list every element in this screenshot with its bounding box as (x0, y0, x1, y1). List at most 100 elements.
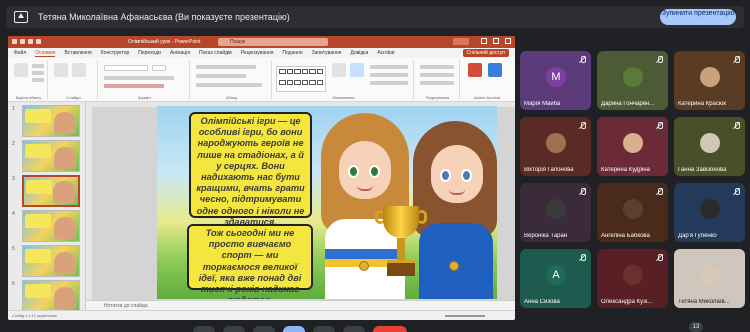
raise-hand-button[interactable] (313, 326, 335, 332)
maximize-icon[interactable] (493, 38, 499, 44)
zoom-slider[interactable] (445, 315, 485, 317)
participant-avatar (546, 133, 566, 153)
meeting-controls (150, 326, 450, 332)
participant-tile[interactable]: Вероніка Таран (520, 183, 591, 242)
shapes-gallery[interactable] (276, 66, 326, 92)
camera-button[interactable] (223, 326, 245, 332)
participants-grid: M Марія Майба Дарина Гончарен... Катерина К… (520, 51, 748, 323)
slide-thumbnail-selected[interactable] (22, 175, 80, 207)
participant-tile[interactable]: Олександра Кузі... (597, 249, 668, 308)
ribbon-tab[interactable]: Основне (35, 50, 56, 57)
ribbon-tab[interactable]: Анімація (170, 50, 190, 56)
captions-button[interactable] (253, 326, 275, 332)
notes-pane[interactable]: Нотатки до слайда (86, 300, 515, 310)
ribbon: Буфер обміну Слайди Шрифт Абзац Малюванн… (8, 58, 515, 102)
replace-button[interactable] (420, 73, 454, 77)
shared-powerpoint-window: Олімпійський урок - PowerPoint Пошук Фай… (8, 36, 515, 320)
participant-count-badge[interactable]: 13 (689, 322, 703, 332)
quick-access-toolbar[interactable] (12, 39, 72, 45)
group-label: Шрифт (137, 95, 152, 100)
participant-tile[interactable]: Ганна Завізонова (674, 117, 745, 176)
cut-button[interactable] (32, 64, 44, 68)
list-buttons[interactable] (196, 65, 256, 69)
participant-avatar: A (546, 265, 566, 285)
ribbon-tab[interactable]: Показ слайдів (199, 50, 232, 56)
slide-thumbnail[interactable] (22, 210, 80, 242)
shape-effects-button[interactable] (370, 81, 408, 85)
paste-button[interactable] (14, 63, 28, 77)
ppt-search-box[interactable]: Пошук (218, 38, 328, 46)
participant-tile[interactable]: Вікторія Гапонова (520, 117, 591, 176)
reuse-slides-button[interactable] (72, 63, 86, 77)
participant-tile[interactable]: Ангеліна Бабкова (597, 183, 668, 242)
leave-call-button[interactable] (373, 326, 407, 332)
slide-number: 3 (12, 176, 15, 182)
ribbon-tab[interactable]: Конструктор (101, 50, 130, 56)
shape-outline-button[interactable] (370, 73, 408, 77)
account-button[interactable] (453, 38, 469, 45)
ribbon-tab[interactable]: Довідка (350, 50, 368, 56)
slide-thumbnail[interactable] (22, 140, 80, 172)
participant-tile[interactable]: Тетяна Миколаїв... (674, 249, 745, 308)
align-buttons[interactable] (196, 74, 246, 78)
ribbon-tab[interactable]: Acrobat (377, 50, 394, 56)
stop-presenting-button[interactable]: Зупинити презентацію (660, 9, 736, 25)
font-format-buttons[interactable] (104, 76, 174, 80)
slide-text-box-1[interactable]: Олімпійські ігри — це особливі ігри, бо … (189, 112, 312, 227)
group-label: Adobe Acrobat (473, 95, 501, 100)
close-icon[interactable] (505, 38, 511, 44)
ribbon-tab[interactable]: Переходи (138, 50, 161, 56)
window-controls (481, 38, 511, 44)
participant-tile[interactable]: M Марія Майба (520, 51, 591, 110)
save-icon[interactable] (20, 39, 25, 44)
participant-avatar (623, 265, 643, 285)
slide-text-box-2[interactable]: Тож сьогодні ми не просто вивчаємо спорт… (187, 224, 313, 299)
ribbon-tab[interactable]: Запитування (312, 50, 342, 56)
paragraph-group: Абзац (192, 60, 272, 100)
ribbon-tab[interactable]: Рецензування (241, 50, 274, 56)
participant-tile[interactable]: Катерина Кудріна (597, 117, 668, 176)
participant-tile[interactable]: Дарина Гончарен... (597, 51, 668, 110)
status-bar: Слайд 3 з 12 українська (8, 310, 515, 320)
presenter-bar: Тетяна Миколаївна Афанасьєва (Ви показує… (6, 6, 744, 28)
share-button[interactable]: Спільний доступ (462, 49, 509, 57)
copy-button[interactable] (32, 71, 44, 75)
quick-styles-button[interactable] (350, 63, 364, 77)
ribbon-tab[interactable]: Подання (282, 50, 302, 56)
create-pdf-button[interactable] (468, 63, 482, 77)
acrobat-group: Adobe Acrobat (462, 60, 512, 100)
undo-icon[interactable] (28, 39, 33, 44)
slide-number: 2 (12, 141, 15, 147)
participant-tile[interactable]: Катерина Красюк (674, 51, 745, 110)
text-direction-buttons[interactable] (196, 83, 262, 87)
participant-tile[interactable]: Дар'я Губенко (674, 183, 745, 242)
more-options-button[interactable] (343, 326, 365, 332)
participant-avatar (623, 67, 643, 87)
font-color-buttons[interactable] (104, 84, 164, 88)
mic-muted-icon (579, 122, 586, 129)
slide-thumbnail[interactable] (22, 245, 80, 277)
participant-tile[interactable]: A Анна Сизова (520, 249, 591, 308)
slide-thumbnail[interactable] (22, 105, 80, 137)
group-label: Редагування (425, 95, 450, 100)
slide-thumbnail[interactable] (22, 280, 80, 310)
select-button[interactable] (420, 81, 454, 85)
font-name-select[interactable] (104, 65, 148, 71)
new-slide-button[interactable] (54, 63, 68, 77)
share-pdf-button[interactable] (488, 63, 502, 77)
ribbon-tab[interactable]: Файл (14, 50, 26, 56)
participant-name: Олександра Кузі... (601, 299, 653, 305)
minimize-icon[interactable] (481, 38, 487, 44)
autosave-icon[interactable] (12, 39, 17, 44)
redo-icon[interactable] (36, 39, 41, 44)
mic-button[interactable] (193, 326, 215, 332)
format-painter-button[interactable] (32, 78, 44, 82)
shape-fill-button[interactable] (370, 65, 408, 69)
arrange-button[interactable] (332, 63, 346, 77)
participant-avatar (623, 133, 643, 153)
current-slide[interactable]: Олімпійські ігри — це особливі ігри, бо … (157, 106, 497, 299)
font-size-select[interactable] (152, 65, 166, 71)
ribbon-tab[interactable]: Вставлення (64, 50, 91, 56)
present-button[interactable] (283, 326, 305, 332)
find-button[interactable] (420, 65, 454, 69)
